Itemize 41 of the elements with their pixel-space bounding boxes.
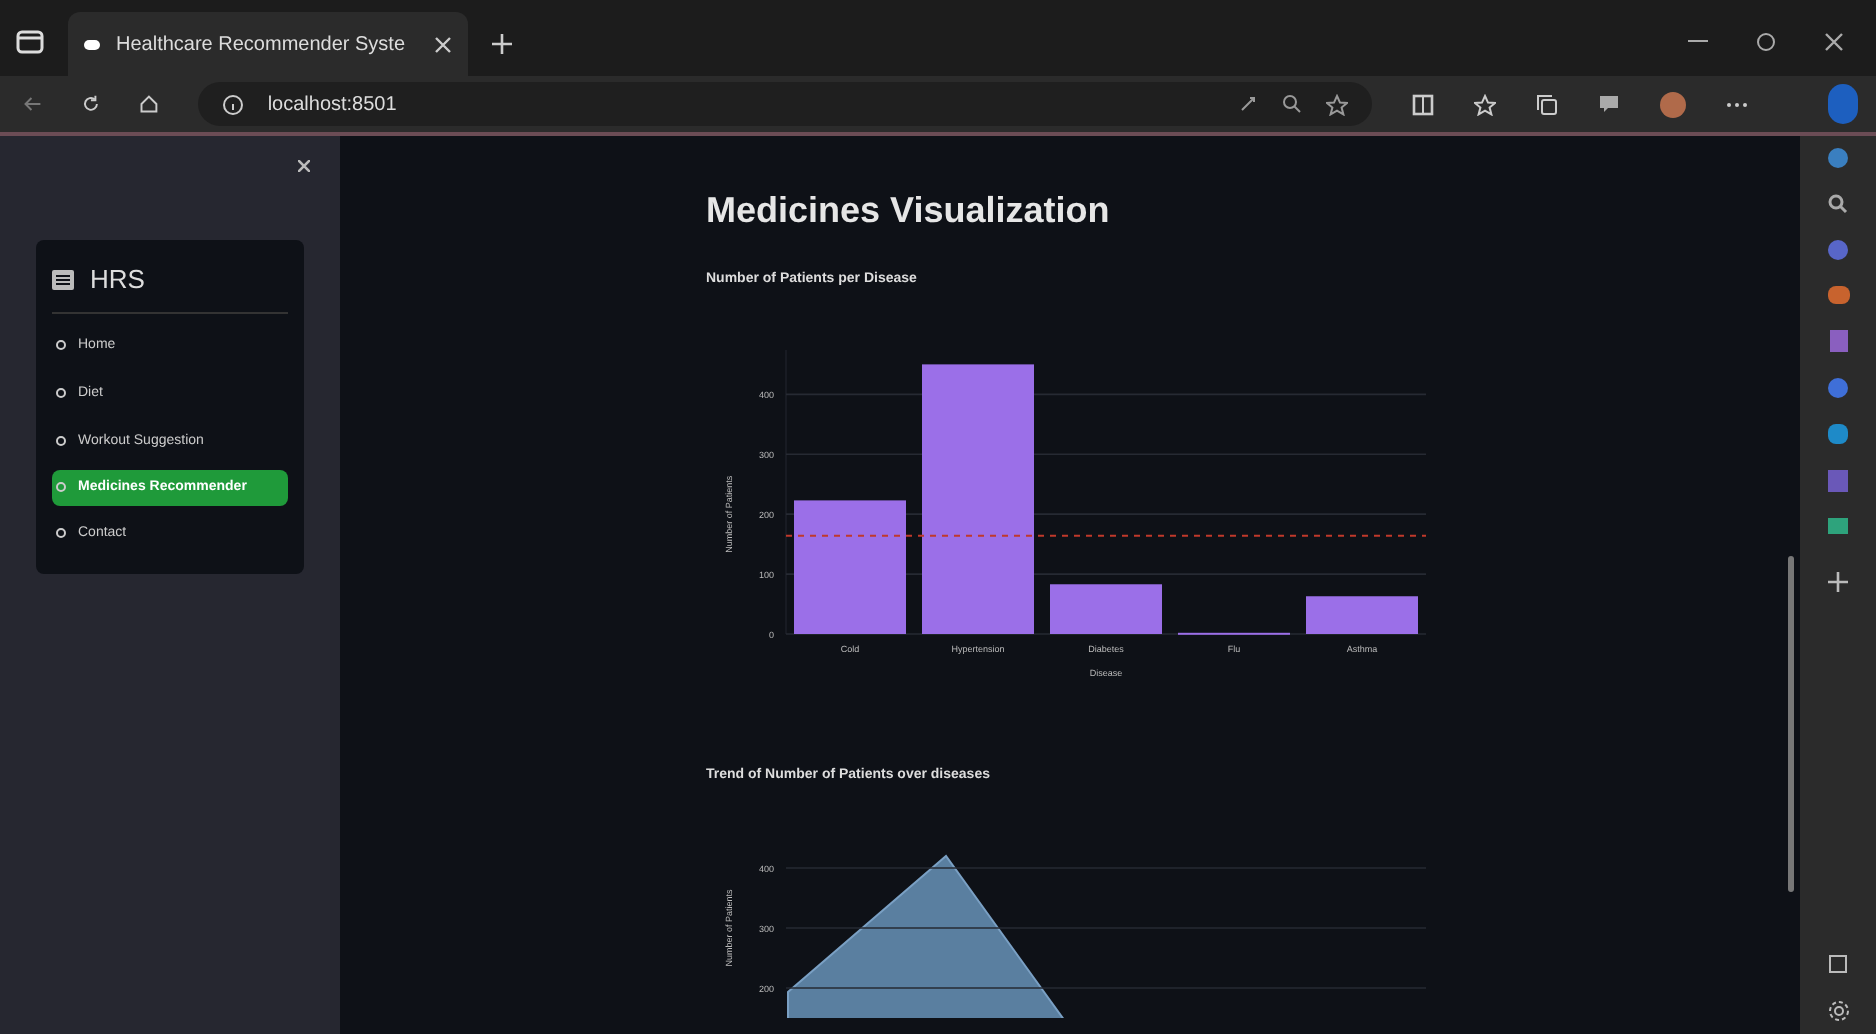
search-icon[interactable] [1828, 194, 1848, 214]
menu-icon [52, 269, 74, 290]
zoom-icon[interactable] [1282, 94, 1303, 114]
info-icon[interactable] [221, 93, 244, 115]
sidebar-toggle-icon[interactable] [1828, 954, 1848, 974]
minimize-icon[interactable] [1688, 40, 1708, 44]
favorites-icon[interactable] [1474, 93, 1497, 115]
read-aloud-icon[interactable] [1238, 94, 1259, 114]
browser-tab[interactable]: Healthcare Recommender Syste [68, 12, 468, 76]
nav-icon [56, 527, 66, 537]
tab-title: Healthcare Recommender Syste [116, 31, 408, 59]
restore-icon[interactable] [1756, 32, 1776, 52]
nav-icon [56, 481, 66, 491]
more-icon[interactable] [1726, 101, 1749, 107]
collections-icon[interactable] [1536, 93, 1559, 115]
home-icon[interactable] [139, 92, 158, 116]
feedback-icon[interactable] [1598, 94, 1621, 114]
url-field[interactable]: localhost:8501 [197, 82, 1373, 126]
settings-icon[interactable] [1827, 1000, 1849, 1022]
sidebar-title: HRS [90, 262, 145, 298]
nav-icon [56, 435, 66, 445]
favicon-icon [84, 39, 100, 49]
scrollbar-thumb[interactable] [1788, 556, 1794, 892]
split-screen-icon[interactable] [1412, 93, 1435, 115]
nav-icon [56, 387, 66, 397]
back-arrow-icon[interactable] [24, 94, 42, 114]
url-text: localhost:8501 [267, 91, 397, 119]
new-tab-icon[interactable] [492, 34, 512, 54]
bar [1306, 595, 1418, 633]
add-icon[interactable] [1828, 572, 1848, 592]
nav-icon [56, 339, 66, 349]
star-icon[interactable] [1326, 93, 1349, 115]
page-heading: Medicines Visualization [706, 188, 1110, 234]
close-icon[interactable] [298, 160, 310, 172]
refresh-icon[interactable] [81, 92, 100, 116]
close-icon[interactable] [1824, 32, 1844, 52]
tab-actions-icon[interactable] [16, 28, 44, 56]
bar [1050, 583, 1162, 633]
profile-avatar[interactable] [1660, 91, 1687, 117]
bar [794, 499, 906, 633]
close-icon[interactable] [434, 35, 452, 53]
